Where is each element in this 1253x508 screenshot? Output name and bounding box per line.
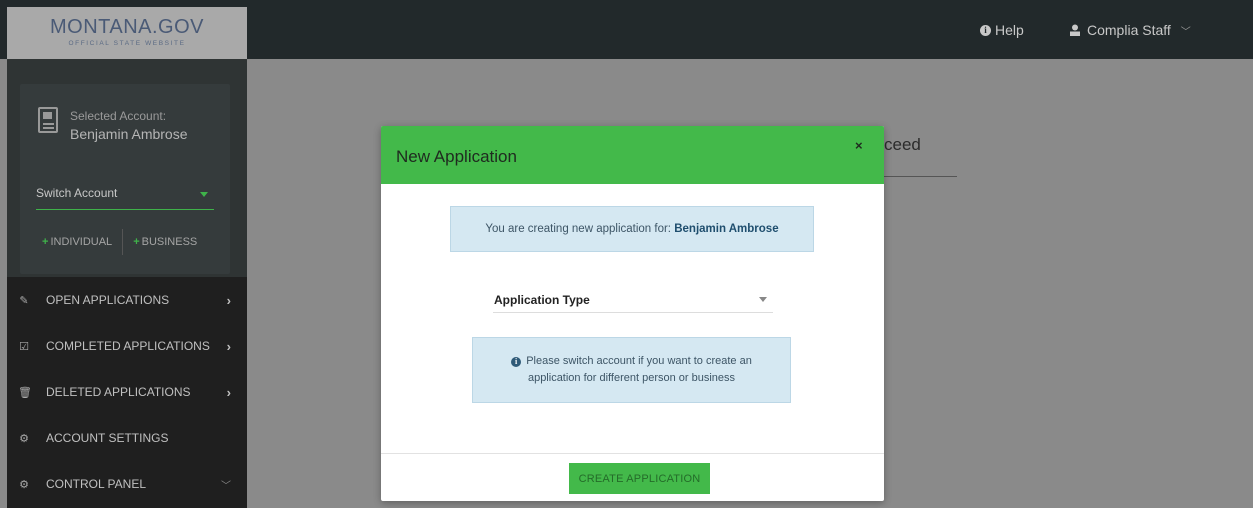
add-individual-button[interactable]: + INDIVIDUAL: [36, 236, 118, 248]
switch-account-dropdown[interactable]: Switch Account: [36, 186, 214, 210]
plus-icon: +: [42, 236, 49, 248]
create-application-button[interactable]: CREATE APPLICATION: [569, 463, 710, 494]
chevron-down-icon: ﹀: [1180, 26, 1191, 38]
top-bar: MONTANA.GOV OFFICIAL STATE WEBSITE i Hel…: [0, 0, 1253, 59]
montana-logo[interactable]: MONTANA.GOV OFFICIAL STATE WEBSITE: [7, 7, 247, 59]
caret-down-icon: [759, 297, 767, 302]
background-partial-text: ceed: [884, 135, 921, 154]
logo-main-text: MONTANA.GOV: [49, 16, 205, 38]
switch-account-label: Switch Account: [36, 186, 118, 200]
account-notice: You are creating new application for: Be…: [450, 206, 814, 252]
user-icon: [1070, 24, 1080, 36]
account-section: Selected Account: Benjamin Ambrose Switc…: [7, 59, 247, 277]
sidebar-item-label: DELETED APPLICATIONS: [46, 385, 191, 399]
chevron-right-icon: ›: [226, 292, 231, 308]
info-circle-icon: i: [511, 357, 522, 367]
selected-account-name: Benjamin Ambrose: [70, 126, 188, 142]
gear-icon: ⚙: [19, 432, 29, 445]
user-label: Complia Staff: [1087, 22, 1171, 38]
application-type-label: Application Type: [494, 293, 590, 307]
trash-icon: 🗑: [18, 386, 32, 399]
edit-icon: ✎: [19, 294, 29, 307]
divider: [122, 229, 124, 255]
sidebar-item-account-settings[interactable]: ⚙ ACCOUNT SETTINGS: [7, 415, 247, 461]
sidebar-item-label: OPEN APPLICATIONS: [46, 293, 170, 307]
help-link[interactable]: i Help: [980, 22, 1024, 38]
background-underline: [884, 176, 957, 177]
info-circle-icon: i: [980, 24, 991, 36]
switch-account-info: i Please switch account if you want to c…: [472, 337, 791, 403]
caret-down-icon: [200, 192, 208, 197]
info-line-1: Please switch account if you want to cre…: [526, 355, 752, 367]
add-business-label: BUSINESS: [141, 236, 198, 248]
account-add-buttons: + INDIVIDUAL + BUSINESS: [36, 229, 203, 255]
info-line-2: application for different person or busi…: [527, 372, 736, 384]
logo-sub-text: OFFICIAL STATE WEBSITE: [68, 40, 186, 47]
id-card-icon: [38, 107, 58, 133]
chevron-down-icon: ﹀: [221, 480, 231, 492]
application-type-select[interactable]: Application Type: [493, 287, 773, 313]
new-application-modal: New Application × You are creating new a…: [381, 126, 884, 501]
plus-icon: +: [133, 236, 140, 248]
sidebar-item-open-applications[interactable]: ✎ OPEN APPLICATIONS ›: [7, 277, 247, 323]
cogs-icon: ⚙: [19, 478, 29, 491]
account-card: Selected Account: Benjamin Ambrose Switc…: [20, 84, 230, 274]
sidebar-item-deleted-applications[interactable]: 🗑 DELETED APPLICATIONS ›: [7, 369, 247, 415]
chevron-right-icon: ›: [226, 338, 231, 354]
sidebar: Selected Account: Benjamin Ambrose Switc…: [7, 59, 247, 508]
notice-account-name: Benjamin Ambrose: [674, 223, 779, 235]
add-individual-label: INDIVIDUAL: [50, 236, 113, 248]
modal-footer-divider: [381, 453, 884, 454]
sidebar-item-control-panel[interactable]: ⚙ CONTROL PANEL ﹀: [7, 461, 247, 507]
modal-header: New Application ×: [381, 126, 884, 184]
close-icon[interactable]: ×: [855, 138, 863, 153]
help-label: Help: [995, 22, 1024, 38]
sidebar-item-label: COMPLETED APPLICATIONS: [46, 339, 210, 353]
notice-text: You are creating new application for:: [485, 223, 672, 235]
sidebar-item-label: ACCOUNT SETTINGS: [46, 431, 169, 445]
check-square-icon: ☑: [19, 340, 29, 353]
sidebar-item-completed-applications[interactable]: ☑ COMPLETED APPLICATIONS ›: [7, 323, 247, 369]
add-business-button[interactable]: + BUSINESS: [127, 236, 203, 248]
selected-account-label: Selected Account:: [70, 109, 167, 123]
modal-title: New Application: [396, 147, 517, 166]
sidebar-item-label: CONTROL PANEL: [46, 477, 147, 491]
chevron-right-icon: ›: [226, 384, 231, 400]
user-menu[interactable]: Complia Staff ﹀: [1069, 22, 1191, 38]
